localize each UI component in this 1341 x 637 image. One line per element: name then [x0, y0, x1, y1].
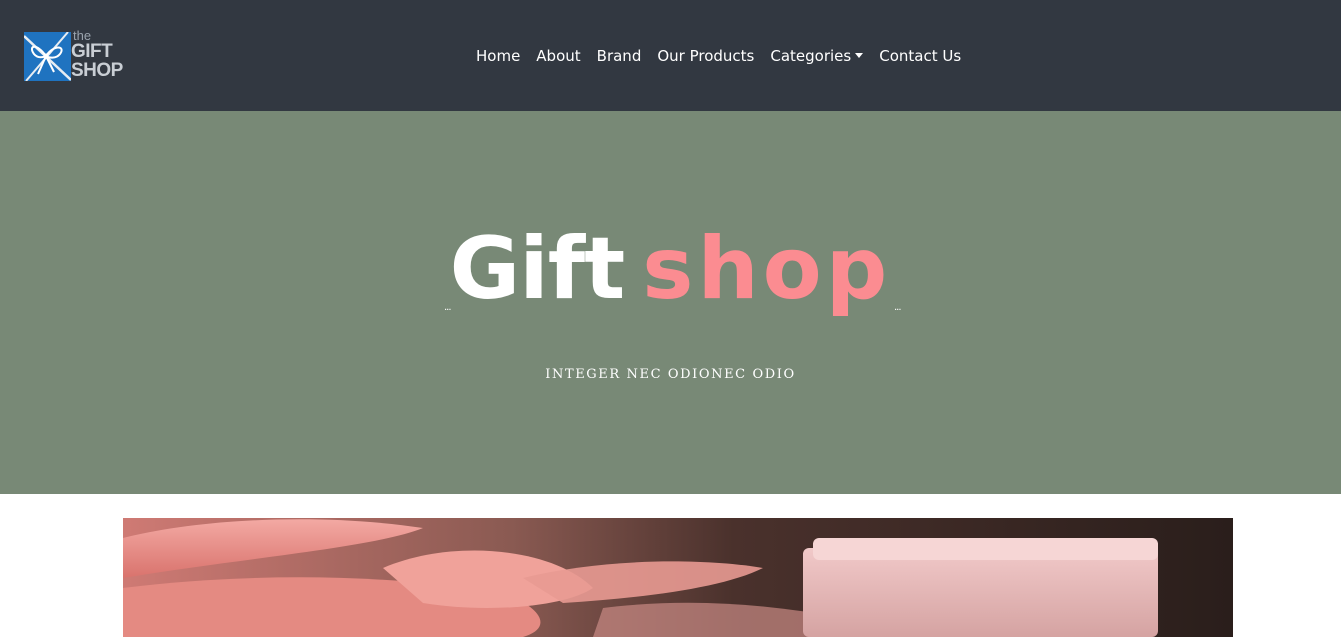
nav-categories-label: Categories	[770, 47, 852, 65]
decorative-dots-right: ...	[894, 302, 901, 313]
hero-subtitle: INTEGER NEC ODIONEC ODIO	[545, 367, 796, 382]
hero-section: ... Gift shop ... INTEGER NEC ODIONEC ODI…	[0, 111, 1341, 494]
nav-home-link[interactable]: Home	[468, 44, 528, 68]
nav-categories-dropdown[interactable]: Categories	[762, 44, 871, 68]
ribbon-photo-graphic	[123, 518, 1233, 637]
nav-our-products-link[interactable]: Our Products	[649, 44, 762, 68]
hero-title-shop: shop	[642, 219, 892, 319]
nav-contact-us-link[interactable]: Contact Us	[871, 44, 969, 68]
caret-down-icon	[855, 53, 864, 58]
hero-title: Gift shop	[0, 219, 1341, 319]
logo-text-shop: SHOP	[71, 60, 123, 81]
main-nav: Home About Brand Our Products Categories…	[468, 44, 969, 68]
logo-text-gift: GIFT	[71, 41, 113, 62]
gift-ribbon-banner-image	[123, 518, 1233, 637]
nav-brand-link[interactable]: Brand	[589, 44, 650, 68]
navbar: the GIFT SHOP Home About Brand Our Produ…	[0, 0, 1341, 111]
ribbon-bow-graphic	[24, 32, 71, 81]
hero-title-gift: Gift	[449, 219, 626, 319]
nav-about-link[interactable]: About	[528, 44, 588, 68]
gift-box-icon	[24, 32, 71, 81]
gift-shop-logo[interactable]: the GIFT SHOP	[24, 29, 128, 83]
